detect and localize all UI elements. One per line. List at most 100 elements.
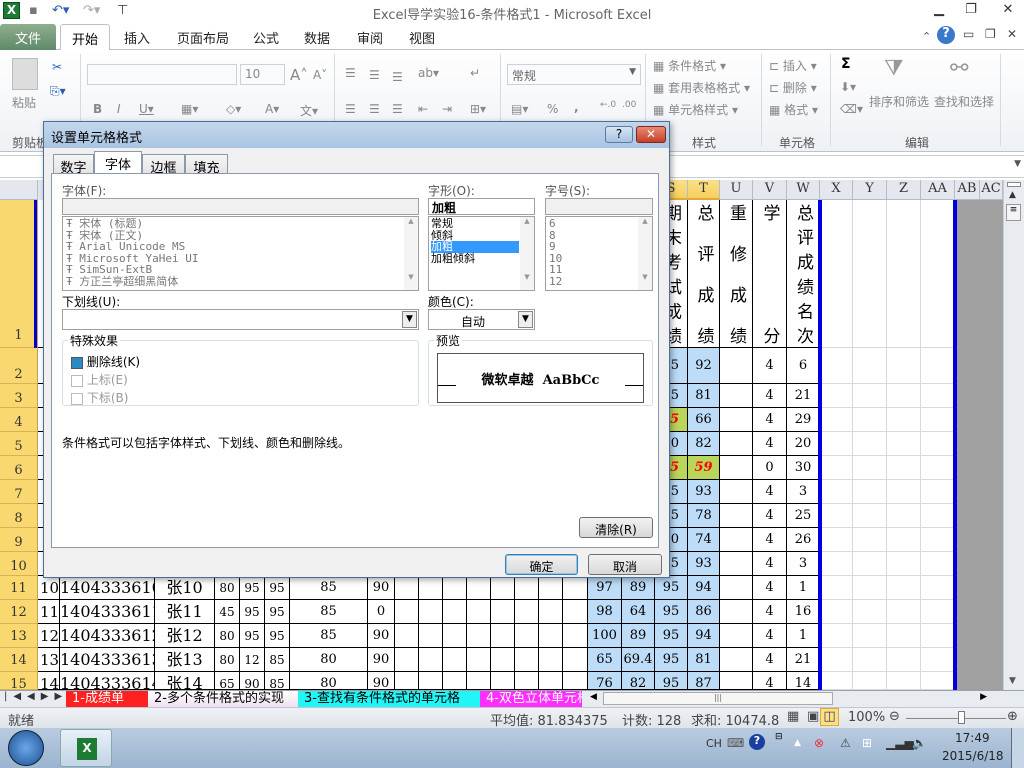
page-layout-view-icon[interactable]: ▣ xyxy=(807,709,819,724)
header-cell-w[interactable]: 总评成绩名次 xyxy=(787,200,820,348)
signal-icon[interactable]: ▁▃▅ xyxy=(886,736,914,750)
superscript-checkbox[interactable]: 上标(E) xyxy=(71,371,128,388)
zoom-in-icon[interactable]: ⊕ xyxy=(1007,709,1018,724)
cell[interactable]: 85 xyxy=(265,672,290,690)
cell[interactable]: 16 xyxy=(787,600,820,624)
row-header[interactable]: 11 xyxy=(0,576,38,600)
cell[interactable]: 11 xyxy=(38,600,60,624)
empty-cell[interactable] xyxy=(820,348,853,384)
empty-cell[interactable] xyxy=(853,408,887,432)
row-header[interactable]: 15 xyxy=(0,672,38,692)
empty-cell[interactable] xyxy=(921,576,955,600)
cell[interactable]: 30 xyxy=(787,456,820,480)
font-name-combo[interactable] xyxy=(87,64,237,85)
row-header[interactable]: 8 xyxy=(0,504,38,528)
sheet-tab[interactable]: 2-多个条件格式的实现 xyxy=(148,691,298,707)
cell[interactable]: 29 xyxy=(787,408,820,432)
cell[interactable] xyxy=(563,576,588,600)
cell[interactable]: 14 xyxy=(787,672,820,690)
cell[interactable]: 张13 xyxy=(155,648,215,672)
cut-icon[interactable]: ✂ xyxy=(52,60,62,74)
cell[interactable]: 90 xyxy=(368,624,395,648)
dialog-title-bar[interactable]: 设置单元格格式 ? ✕ xyxy=(44,122,669,148)
cell[interactable] xyxy=(467,672,491,690)
empty-cell[interactable] xyxy=(820,432,853,456)
subscript-checkbox[interactable]: 下标(B) xyxy=(71,389,128,406)
increase-indent-icon[interactable]: ⇥ xyxy=(442,102,452,116)
cell[interactable]: 4 xyxy=(753,432,787,456)
tab-review[interactable]: 审阅 xyxy=(357,28,383,47)
cell[interactable] xyxy=(720,624,753,648)
cell[interactable] xyxy=(467,576,491,600)
align-top-icon[interactable]: ☰ xyxy=(345,66,356,80)
row-header[interactable]: 7 xyxy=(0,480,38,504)
cell[interactable]: 95 xyxy=(655,600,688,624)
italic-icon[interactable]: I xyxy=(117,102,121,116)
row-header[interactable]: 10 xyxy=(0,552,38,576)
windows-flag-icon[interactable]: ⊞ xyxy=(862,736,872,750)
cell[interactable]: 张11 xyxy=(155,600,215,624)
restore-icon[interactable]: ❐ xyxy=(957,2,985,20)
cell[interactable] xyxy=(720,480,753,504)
cell[interactable] xyxy=(720,528,753,552)
size-list-item[interactable]: 9 xyxy=(549,241,649,253)
cell[interactable]: 95 xyxy=(265,576,290,600)
underline-select[interactable]: ▼ xyxy=(62,309,419,330)
empty-cell[interactable] xyxy=(921,648,955,672)
font-list-item[interactable]: Ŧ 宋体 (标题) xyxy=(66,218,415,230)
cell[interactable]: 90 xyxy=(368,648,395,672)
network-error-icon[interactable]: ⚠ xyxy=(840,736,851,750)
empty-cell[interactable] xyxy=(887,648,921,672)
empty-cell[interactable] xyxy=(887,600,921,624)
cell[interactable] xyxy=(395,648,419,672)
conditional-formatting-button[interactable]: ▦ 条件格式 ▾ xyxy=(653,57,726,74)
cell[interactable] xyxy=(419,624,443,648)
empty-cell[interactable] xyxy=(921,200,955,348)
number-format-combo[interactable]: 常规 ▼ xyxy=(507,64,641,85)
cell[interactable]: 85 xyxy=(290,624,368,648)
cell[interactable]: 80 xyxy=(215,624,240,648)
empty-cell[interactable] xyxy=(887,408,921,432)
empty-cell[interactable] xyxy=(820,576,853,600)
font-style-input[interactable]: 加粗 xyxy=(428,198,535,215)
autosum-icon[interactable]: Σ xyxy=(841,56,851,72)
empty-cell[interactable] xyxy=(853,576,887,600)
cell[interactable]: 1404333613 xyxy=(60,648,155,672)
sheet-tab[interactable]: 4-双色立体单元格 xyxy=(480,691,582,707)
cell[interactable] xyxy=(443,600,467,624)
cell[interactable]: 45 xyxy=(215,600,240,624)
borders-icon[interactable]: ▦▾ xyxy=(181,102,198,116)
empty-cell[interactable] xyxy=(853,528,887,552)
cell[interactable]: 95 xyxy=(240,624,265,648)
cell[interactable]: 95 xyxy=(655,624,688,648)
fill-color-icon[interactable]: ◇▾ xyxy=(226,102,241,116)
cell[interactable] xyxy=(491,576,515,600)
column-header-ab[interactable]: AB xyxy=(955,180,980,200)
cell[interactable] xyxy=(491,648,515,672)
show-desktop-button[interactable] xyxy=(1011,728,1024,768)
cell[interactable]: 0 xyxy=(368,600,395,624)
empty-cell[interactable] xyxy=(921,504,955,528)
empty-cell[interactable] xyxy=(921,672,955,690)
empty-cell[interactable] xyxy=(921,528,955,552)
currency-icon[interactable]: ▤▾ xyxy=(511,102,528,116)
wrap-text-icon[interactable]: ↵ xyxy=(470,66,480,80)
taskbar-excel-button[interactable]: X xyxy=(60,729,112,767)
cell[interactable]: 95 xyxy=(265,600,290,624)
cell[interactable] xyxy=(395,576,419,600)
row-header[interactable]: 2 xyxy=(0,348,38,384)
empty-cell[interactable] xyxy=(887,576,921,600)
scroll-left-icon[interactable]: ◀ xyxy=(590,692,597,702)
tab-fill[interactable]: 填充 xyxy=(185,154,228,176)
cell[interactable] xyxy=(720,384,753,408)
normal-view-icon[interactable]: ▦ xyxy=(787,709,799,724)
cell[interactable] xyxy=(443,672,467,690)
cell[interactable]: 4 xyxy=(753,408,787,432)
cell[interactable] xyxy=(443,576,467,600)
cell[interactable]: 94 xyxy=(688,624,720,648)
cell[interactable]: 80 xyxy=(215,648,240,672)
scroll-down-icon[interactable]: ▼ xyxy=(1009,676,1016,686)
font-color-select[interactable]: 自动 ▼ xyxy=(428,309,535,330)
show-hidden-icons[interactable]: ▲ xyxy=(794,738,801,748)
cell[interactable]: 65 xyxy=(588,648,622,672)
